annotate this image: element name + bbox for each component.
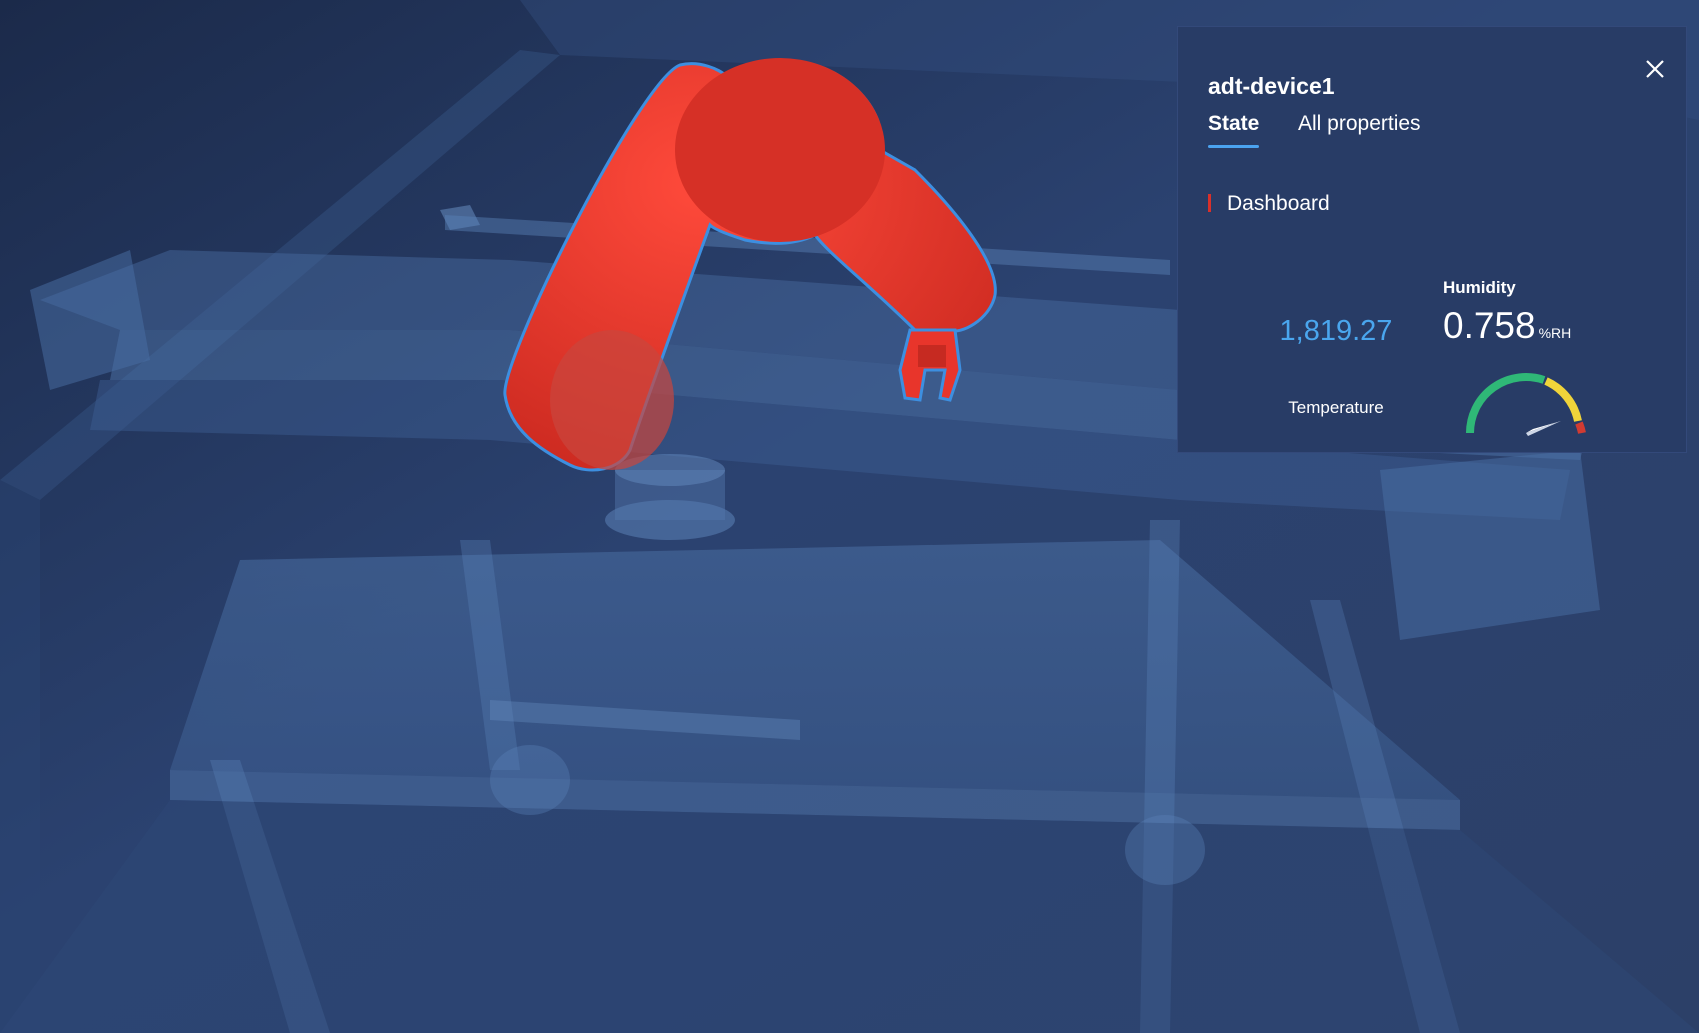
- property-inspector-panel: adt-device1 State All properties Dashboa…: [1177, 26, 1687, 453]
- gauge-band-low: [1466, 373, 1546, 434]
- tab-state[interactable]: State: [1208, 105, 1260, 148]
- humidity-title: Humidity: [1443, 278, 1516, 297]
- tab-all-properties-label: All properties: [1298, 112, 1421, 135]
- section-marker: [1208, 194, 1211, 212]
- tab-state-label: State: [1208, 112, 1260, 135]
- temperature-label: Temperature: [1288, 398, 1384, 417]
- active-tab-indicator: [1208, 145, 1260, 148]
- humidity-readout: 0.758 %RH: [1443, 307, 1571, 344]
- tab-all-properties[interactable]: All properties: [1298, 105, 1421, 146]
- humidity-unit: %RH: [1538, 325, 1572, 341]
- temperature-value: 1,819.27: [1279, 315, 1393, 347]
- humidity-value: 0.758: [1443, 305, 1536, 346]
- gauge-band-high: [1575, 421, 1586, 434]
- panel-title: adt-device1: [1208, 73, 1335, 99]
- close-icon: [1646, 60, 1664, 78]
- close-button[interactable]: [1637, 51, 1673, 87]
- humidity-gauge: [1466, 373, 1586, 436]
- gauge-band-mid: [1544, 377, 1582, 422]
- dashboard-label: Dashboard: [1227, 192, 1330, 215]
